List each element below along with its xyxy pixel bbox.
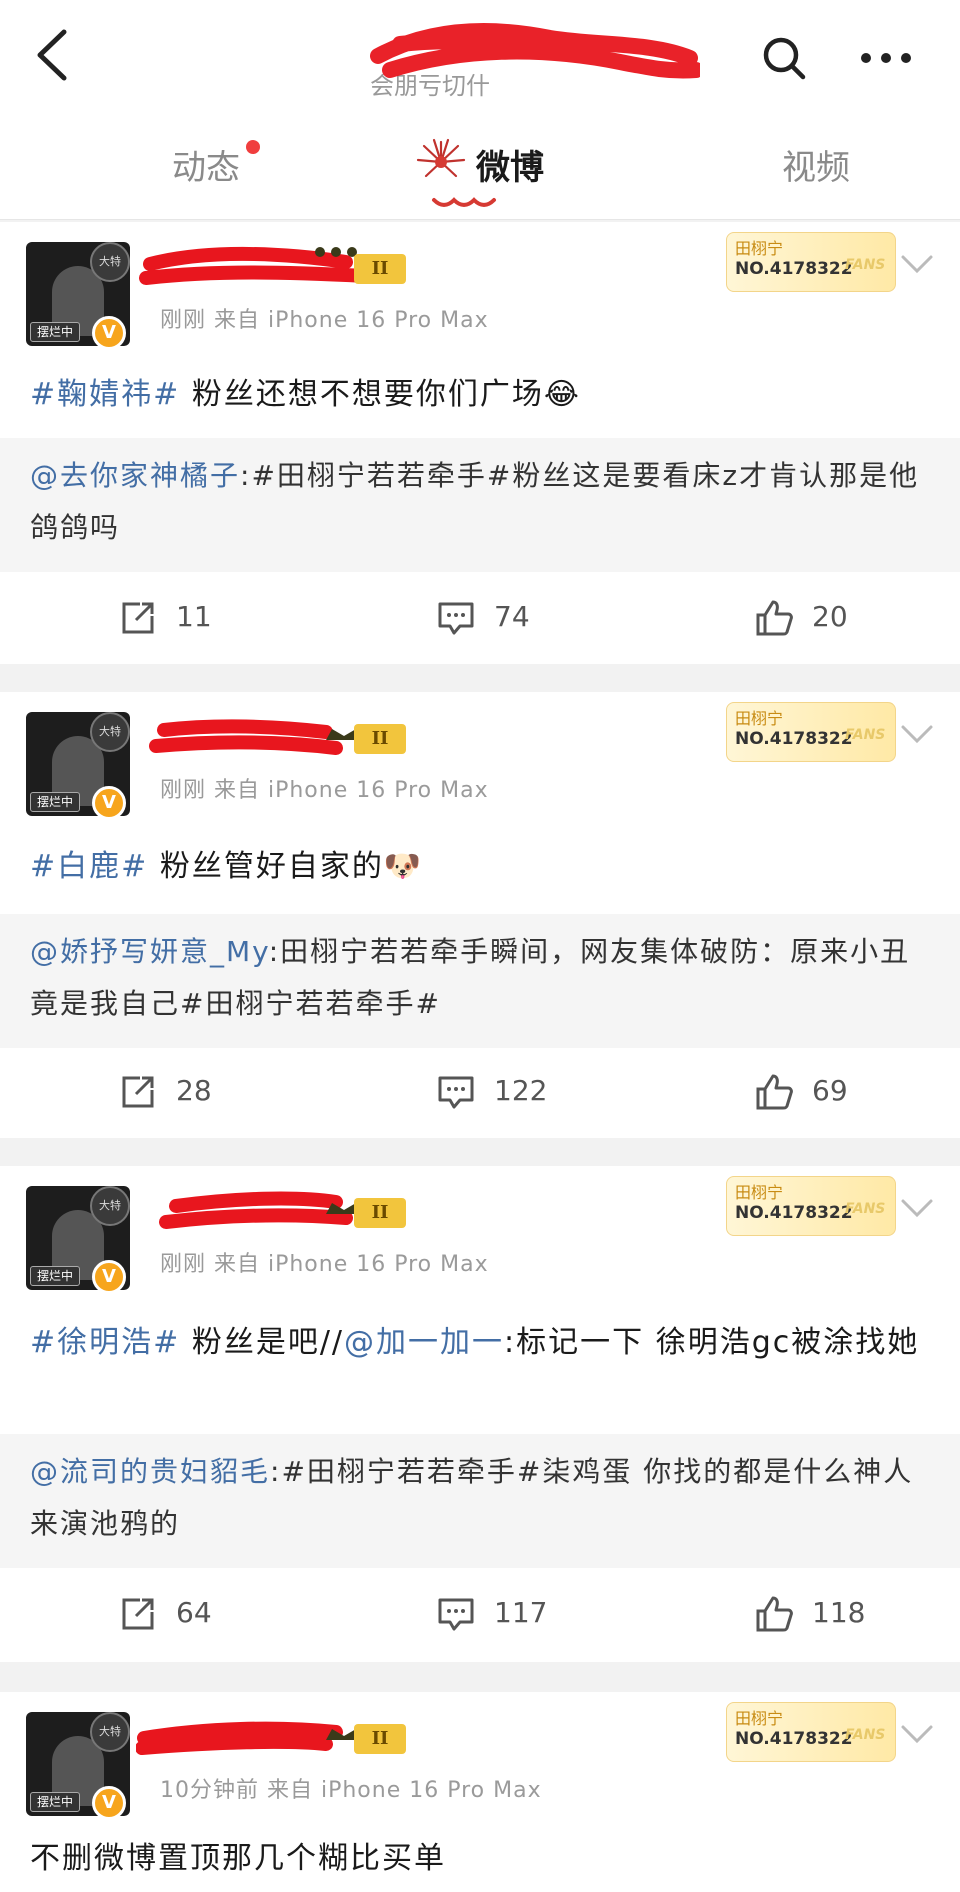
mention-link[interactable]: @流司的贵妇貂毛 (30, 1455, 270, 1488)
fans-badge-tag: FANS (845, 257, 886, 273)
comment-icon (438, 1076, 474, 1109)
fans-badge[interactable]: 田栩宁 NO.4178322 FANS (726, 232, 896, 292)
avatar-frame-icon: 大特 (90, 1186, 130, 1226)
tab-dynamic[interactable]: 动态 (172, 140, 240, 189)
share-icon (122, 1076, 154, 1108)
fans-badge-name: 田栩宁 (735, 1183, 784, 1202)
level-badge: II (354, 1198, 406, 1228)
avatar-frame-icon: 大特 (90, 1712, 130, 1752)
tab-active-indicator (432, 197, 496, 207)
tab-bar: 动态 微博 视频 (0, 110, 960, 220)
mention-link[interactable]: @加一加一 (344, 1325, 504, 1360)
verified-icon: V (92, 1786, 126, 1820)
comment-icon (438, 602, 474, 635)
page-title: 会朋亏切什 (370, 18, 700, 100)
fans-badge-name: 田栩宁 (735, 1709, 784, 1728)
verified-icon: V (92, 1260, 126, 1294)
chevron-down-icon[interactable] (900, 254, 934, 274)
action-bar: 64 117 118 (0, 1570, 960, 1660)
repost-box[interactable]: @娇抒写妍意_My:田栩宁若若牵手瞬间，网友集体破防：原来小丑竟是我自己#田栩宁… (0, 914, 960, 1048)
action-bar: 28 122 69 (0, 1048, 960, 1138)
live-tag-icon: 摆烂中 (30, 1266, 80, 1286)
post-text: #徐明浩# 粉丝是吧//@加一加一:标记一下 徐明浩gc被涂找她 (30, 1325, 920, 1360)
comment-icon (438, 1598, 474, 1631)
tab-video[interactable]: 视频 (782, 140, 850, 189)
post-text: #鞠婧祎# 粉丝还想不想要你们广场😂 (30, 377, 581, 412)
thumbs-up-icon (756, 600, 793, 636)
repost-box[interactable]: @流司的贵妇貂毛:#田栩宁若若牵手#柒鸡蛋 你找的都是什么神人来演池鸦的 (0, 1434, 960, 1568)
fans-badge-name: 田栩宁 (735, 709, 784, 728)
like-button[interactable]: 118 (754, 1594, 874, 1634)
fans-badge-name: 田栩宁 (735, 239, 784, 258)
topic-link[interactable]: #白鹿# (30, 849, 148, 884)
fans-badge-number: NO.4178322 (735, 259, 853, 279)
comment-button[interactable]: 74 (436, 598, 576, 638)
level-badge: II (354, 724, 406, 754)
post-card[interactable]: 大特 摆烂中 V II 刚刚 来自 iPhone 16 Pro Max 田栩宁 … (0, 222, 960, 664)
fans-badge-number: NO.4178322 (735, 1203, 853, 1223)
more-dots-icon[interactable] (858, 50, 914, 66)
level-badge: II (354, 1724, 406, 1754)
post-meta: 刚刚 来自 iPhone 16 Pro Max (160, 778, 489, 803)
flower-icon (416, 138, 466, 178)
post-meta: 刚刚 来自 iPhone 16 Pro Max (160, 1252, 489, 1277)
post-card[interactable]: 大特 摆烂中 V II 刚刚 来自 iPhone 16 Pro Max 田栩宁 … (0, 1166, 960, 1662)
share-button[interactable]: 28 (118, 1072, 238, 1112)
tab-weibo[interactable]: 微博 (476, 140, 544, 189)
fans-badge-number: NO.4178322 (735, 1729, 853, 1749)
avatar-frame-icon: 大特 (90, 712, 130, 752)
fans-badge-tag: FANS (845, 727, 886, 743)
topic-link[interactable]: #鞠婧祎# (30, 377, 180, 412)
chevron-down-icon[interactable] (900, 724, 934, 744)
comment-button[interactable]: 117 (436, 1594, 576, 1634)
share-button[interactable]: 64 (118, 1594, 238, 1634)
post-meta: 刚刚 来自 iPhone 16 Pro Max (160, 308, 489, 333)
redaction-scribble (370, 23, 700, 79)
crown-icon (315, 247, 357, 257)
repost-box[interactable]: @去你家神橘子:#田栩宁若若牵手#粉丝这是要看床z才肯认那是他鸽鸽吗 (0, 438, 960, 572)
fans-badge-tag: FANS (845, 1201, 886, 1217)
action-bar: 11 74 20 (0, 574, 960, 664)
post-card[interactable]: 大特 摆烂中 V II 10分钟前 来自 iPhone 16 Pro Max 田… (0, 1692, 960, 1892)
thumbs-up-icon (756, 1074, 793, 1110)
verified-icon: V (92, 786, 126, 820)
thumbs-up-icon (756, 1596, 793, 1632)
post-text: 不删微博置顶那几个糊比买单 (30, 1841, 446, 1876)
fans-badge-number: NO.4178322 (735, 729, 853, 749)
post-meta: 10分钟前 来自 iPhone 16 Pro Max (160, 1778, 542, 1803)
topic-link[interactable]: #徐明浩# (30, 1325, 180, 1360)
notification-dot (246, 140, 260, 154)
live-tag-icon: 摆烂中 (30, 322, 80, 342)
live-tag-icon: 摆烂中 (30, 1792, 80, 1812)
mention-link[interactable]: @去你家神橘子 (30, 459, 240, 492)
post-card[interactable]: 大特 摆烂中 V II 刚刚 来自 iPhone 16 Pro Max 田栩宁 … (0, 692, 960, 1138)
post-text: #白鹿# 粉丝管好自家的🐶 (30, 849, 424, 884)
top-bar: 会朋亏切什 (0, 0, 960, 110)
fans-badge[interactable]: 田栩宁 NO.4178322 FANS (726, 1176, 896, 1236)
fans-badge-tag: FANS (845, 1727, 886, 1743)
level-badge: II (354, 254, 406, 284)
back-arrow-icon[interactable] (30, 28, 74, 82)
mention-link[interactable]: @娇抒写妍意_My (30, 935, 269, 968)
chevron-down-icon[interactable] (900, 1198, 934, 1218)
share-icon (122, 602, 154, 634)
avatar-frame-icon: 大特 (90, 242, 130, 282)
fans-badge[interactable]: 田栩宁 NO.4178322 FANS (726, 702, 896, 762)
chevron-down-icon[interactable] (900, 1724, 934, 1744)
like-button[interactable]: 69 (754, 1072, 874, 1112)
live-tag-icon: 摆烂中 (30, 792, 80, 812)
verified-icon: V (92, 316, 126, 350)
share-icon (122, 1598, 154, 1630)
search-icon[interactable] (760, 34, 808, 82)
comment-button[interactable]: 122 (436, 1072, 576, 1112)
share-button[interactable]: 11 (118, 598, 238, 638)
fans-badge[interactable]: 田栩宁 NO.4178322 FANS (726, 1702, 896, 1762)
like-button[interactable]: 20 (754, 598, 874, 638)
